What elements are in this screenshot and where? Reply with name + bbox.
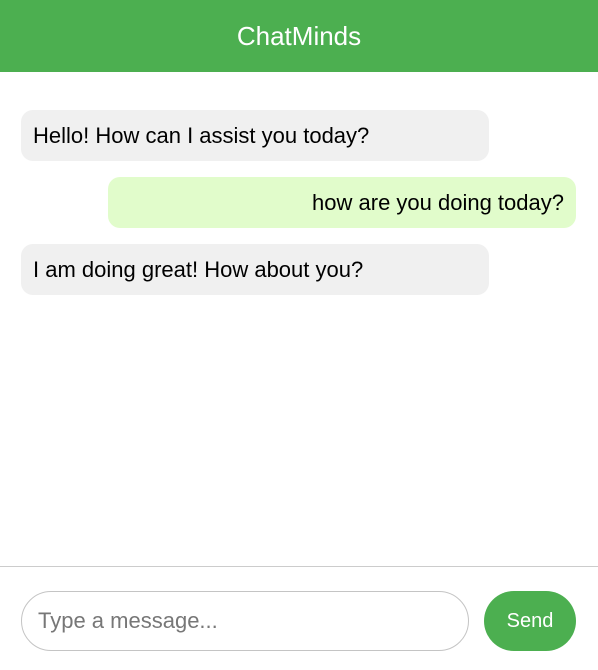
send-button[interactable]: Send <box>484 591 576 651</box>
bot-message: Hello! How can I assist you today? <box>21 110 489 161</box>
message-list: Hello! How can I assist you today? how a… <box>0 72 598 566</box>
chat-header: ChatMinds <box>0 0 598 72</box>
message-text: I am doing great! How about you? <box>33 256 364 282</box>
message-text: Hello! How can I assist you today? <box>33 122 370 148</box>
message-text: how are you doing today? <box>312 189 564 215</box>
chat-app: ChatMinds Hello! How can I assist you to… <box>0 0 598 670</box>
composer-bar: Send <box>0 566 598 670</box>
message-input[interactable] <box>21 591 469 651</box>
user-message: how are you doing today? <box>108 177 576 228</box>
app-title: ChatMinds <box>236 20 362 51</box>
bot-message: I am doing great! How about you? <box>21 244 489 295</box>
